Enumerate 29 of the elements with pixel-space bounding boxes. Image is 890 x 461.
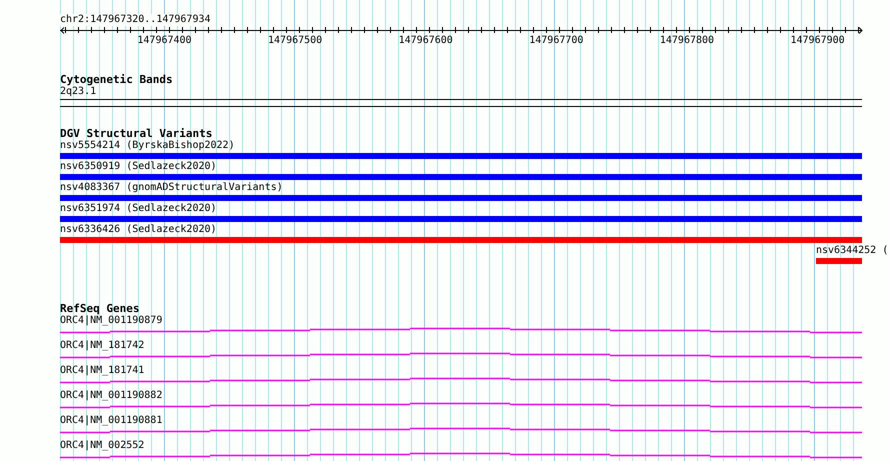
transcript-line[interactable]	[60, 427, 862, 434]
track-title: RefSeq Genes	[60, 302, 140, 315]
location-label: chr2:147967320..147967934	[60, 14, 211, 26]
track-title: Cytogenetic Bands	[60, 73, 174, 86]
transcript-label: ORC4|NM_001190882	[60, 390, 164, 402]
variant-label: nsv6336426 (Sedlazeck2020)	[60, 224, 217, 236]
variant-label: nsv6350919 (Sedlazeck2020)	[60, 161, 217, 173]
transcript-line[interactable]	[60, 352, 862, 359]
transcript-label: ORC4|NM_001190879	[60, 315, 164, 327]
transcript-line[interactable]	[60, 377, 862, 384]
transcript-line[interactable]	[60, 452, 862, 459]
variant-label: nsv6351974 (Sedlazeck2020)	[60, 203, 217, 215]
tick-label: 147967900	[790, 34, 845, 47]
band-label: 2q23.1	[60, 86, 98, 98]
track-title: DGV Structural Variants	[60, 127, 214, 140]
transcript-label: ORC4|NM_001190881	[60, 415, 164, 427]
tick-label: 147967600	[398, 34, 453, 47]
transcript-label: ORC4|NM_181741	[60, 365, 146, 377]
variant-label: nsv5554214 (ByrskaBishop2022)	[60, 140, 235, 152]
variant-label: nsv4083367 (gnomADStructuralVariants)	[60, 182, 283, 194]
tick-label: 147967700	[529, 34, 584, 47]
transcript-label: ORC4|NM_002552	[60, 440, 146, 452]
variant-label: nsv6344252 (	[816, 245, 888, 257]
tick-label: 147967400	[137, 34, 192, 47]
transcript-label: ORC4|NM_181742	[60, 340, 146, 352]
tick-label: 147967800	[660, 34, 714, 47]
transcript-line[interactable]	[60, 402, 862, 409]
tick-label: 147967500	[268, 34, 322, 47]
transcript-line[interactable]	[60, 327, 862, 334]
